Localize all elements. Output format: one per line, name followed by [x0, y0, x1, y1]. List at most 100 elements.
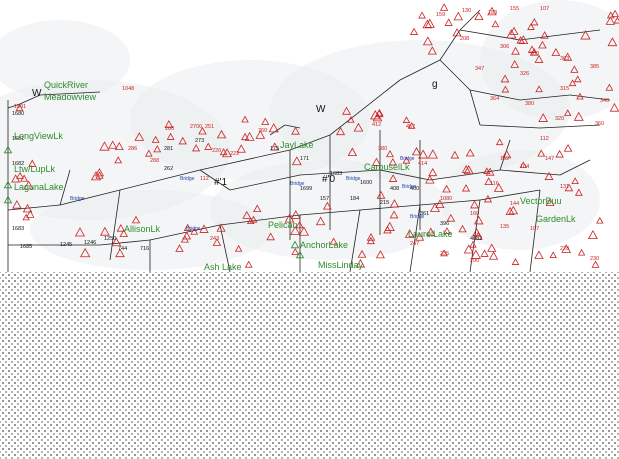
lake-label[interactable]: AllisonLk [124, 224, 161, 234]
lake-label[interactable]: AnchorLake [300, 240, 348, 250]
lake-label[interactable]: LongViewLk [14, 131, 63, 141]
node-id-label: 363 [560, 56, 569, 62]
lake-label[interactable]: LagunaLake [14, 182, 64, 192]
link-id-label: 171 [300, 156, 309, 162]
node-id-label: 159 [436, 12, 445, 18]
node-id-label: 152 [500, 156, 509, 162]
node-id-label: 412 [372, 122, 381, 128]
node-id-label: 414 [418, 161, 427, 167]
node-id-label: 1080 [440, 196, 452, 202]
lake-label[interactable]: Ltw/LupLk [14, 164, 56, 174]
node-id-label: 1591 [14, 104, 26, 110]
node-triangle-icon[interactable] [596, 216, 604, 224]
link-id-label: 744 [118, 246, 127, 252]
node-triangle-icon[interactable] [511, 258, 520, 265]
node-id-label: 290 [470, 258, 479, 264]
node-id-label: 243 [210, 236, 219, 242]
node-id-label: 228 [560, 246, 569, 252]
link-id-label: 408 [390, 186, 399, 192]
node-id-label: 280 [165, 126, 174, 132]
lake-label[interactable]: GardenLk [536, 214, 576, 224]
node-id-label: 326 [520, 71, 529, 77]
bridge-label: Bridge [402, 184, 417, 190]
node-triangle-icon[interactable] [469, 240, 477, 248]
bridge-label: Bridge [290, 181, 305, 187]
lake-label[interactable]: LaurelLake [408, 229, 453, 239]
node-id-label: 160 [470, 211, 479, 217]
link-id-label: 1680 [12, 111, 24, 117]
node-id-label: 300 [530, 51, 539, 57]
node-id-label: 340 [600, 98, 609, 104]
link-id-label: 1250 [104, 236, 116, 242]
network-map-canvas[interactable]: 1048 1591 280 286 2700 251 220 222 288 112 760 412 4… [0, 0, 619, 272]
node-triangle-icon[interactable] [418, 11, 426, 19]
node-triangle-icon[interactable] [591, 260, 600, 268]
node-triangle-icon[interactable] [480, 249, 489, 257]
node-triangle-icon[interactable] [577, 248, 586, 256]
lake-label[interactable]: JayLake [280, 140, 314, 150]
lake-label[interactable]: Meadowview [44, 92, 97, 102]
junction-glyph: W [32, 88, 42, 99]
node-id-label: 131 [560, 184, 569, 190]
link-id-label: 1683 [12, 226, 24, 232]
node-id-label: 230 [590, 256, 599, 262]
node-id-label: 116 [490, 181, 499, 187]
lake-label[interactable]: Ash Lake [204, 262, 242, 272]
empty-hatched-region [0, 272, 619, 459]
link-id-label: 1246 [84, 240, 96, 246]
link-id-label: 396 [440, 221, 449, 227]
link-id-label: 1245 [60, 242, 72, 248]
node-id-label: 155 [510, 6, 519, 12]
link-id-label: 1600 [360, 180, 372, 186]
node-id-label: 220 [212, 148, 221, 154]
node-id-label: 112 [540, 136, 549, 142]
node-id-label: 147 [545, 156, 554, 162]
link-id-label: 157 [320, 196, 329, 202]
link-id-label: 175 [270, 146, 279, 152]
link-id-label: 273 [195, 138, 204, 144]
lake-label[interactable]: QuickRiver [44, 80, 88, 90]
node-id-label: 222 [230, 151, 239, 157]
node-id-label: 2700 [190, 124, 202, 130]
node-id-label: 130 [462, 8, 471, 14]
node-id-label: 135 [500, 224, 509, 230]
link-id-label: 716 [140, 246, 149, 252]
node-id-label: 183 [488, 10, 497, 16]
node-id-label: 104 [520, 164, 529, 170]
node-id-label: 306 [500, 44, 509, 50]
node-triangle-icon[interactable] [534, 250, 544, 259]
bridge-label: Bridge [180, 176, 195, 182]
node-id-label: 235 [440, 251, 449, 257]
bridge-label: Bridge [346, 176, 361, 182]
node-id-label: 107 [540, 6, 549, 12]
node-triangle-icon[interactable] [549, 251, 557, 259]
node-triangle-icon[interactable] [463, 244, 474, 254]
link-id-label: 262 [164, 166, 173, 172]
node-id-label: 286 [128, 146, 137, 152]
node-triangle-icon[interactable] [444, 18, 453, 26]
node-id-label: 112 [200, 176, 209, 182]
link-id-label: 281 [164, 146, 173, 152]
node-id-label: 107 [530, 226, 539, 232]
node-triangle-icon[interactable] [563, 143, 573, 152]
lake-label[interactable]: VectorBuu [520, 196, 562, 206]
lake-label[interactable]: CarouselLk [364, 162, 410, 172]
node-id-label: 144 [510, 201, 519, 207]
node-id-label: 385 [590, 64, 599, 70]
node-triangle-icon[interactable] [587, 230, 598, 240]
node-id-label: 380 [525, 101, 534, 107]
lake-label[interactable]: Pelican [268, 220, 298, 230]
node-id-label: 760 [258, 128, 267, 134]
node-id-label: 251 [205, 124, 214, 130]
lake-label[interactable]: MissLinday [318, 260, 364, 270]
node-id-label: 247 [410, 241, 419, 247]
node-triangle-icon[interactable] [488, 251, 499, 260]
node-triangle-icon[interactable] [439, 3, 449, 11]
link-id-label: 184 [350, 196, 359, 202]
link-id-label: 215 [380, 200, 389, 206]
junction-glyph: W [316, 104, 326, 115]
node-triangle-icon[interactable] [244, 260, 253, 268]
network-map[interactable]: 1048 1591 280 286 2700 251 220 222 288 112 760 412 4… [0, 0, 619, 272]
node-id-label: 288 [150, 158, 159, 164]
node-triangle-icon[interactable] [409, 27, 419, 35]
